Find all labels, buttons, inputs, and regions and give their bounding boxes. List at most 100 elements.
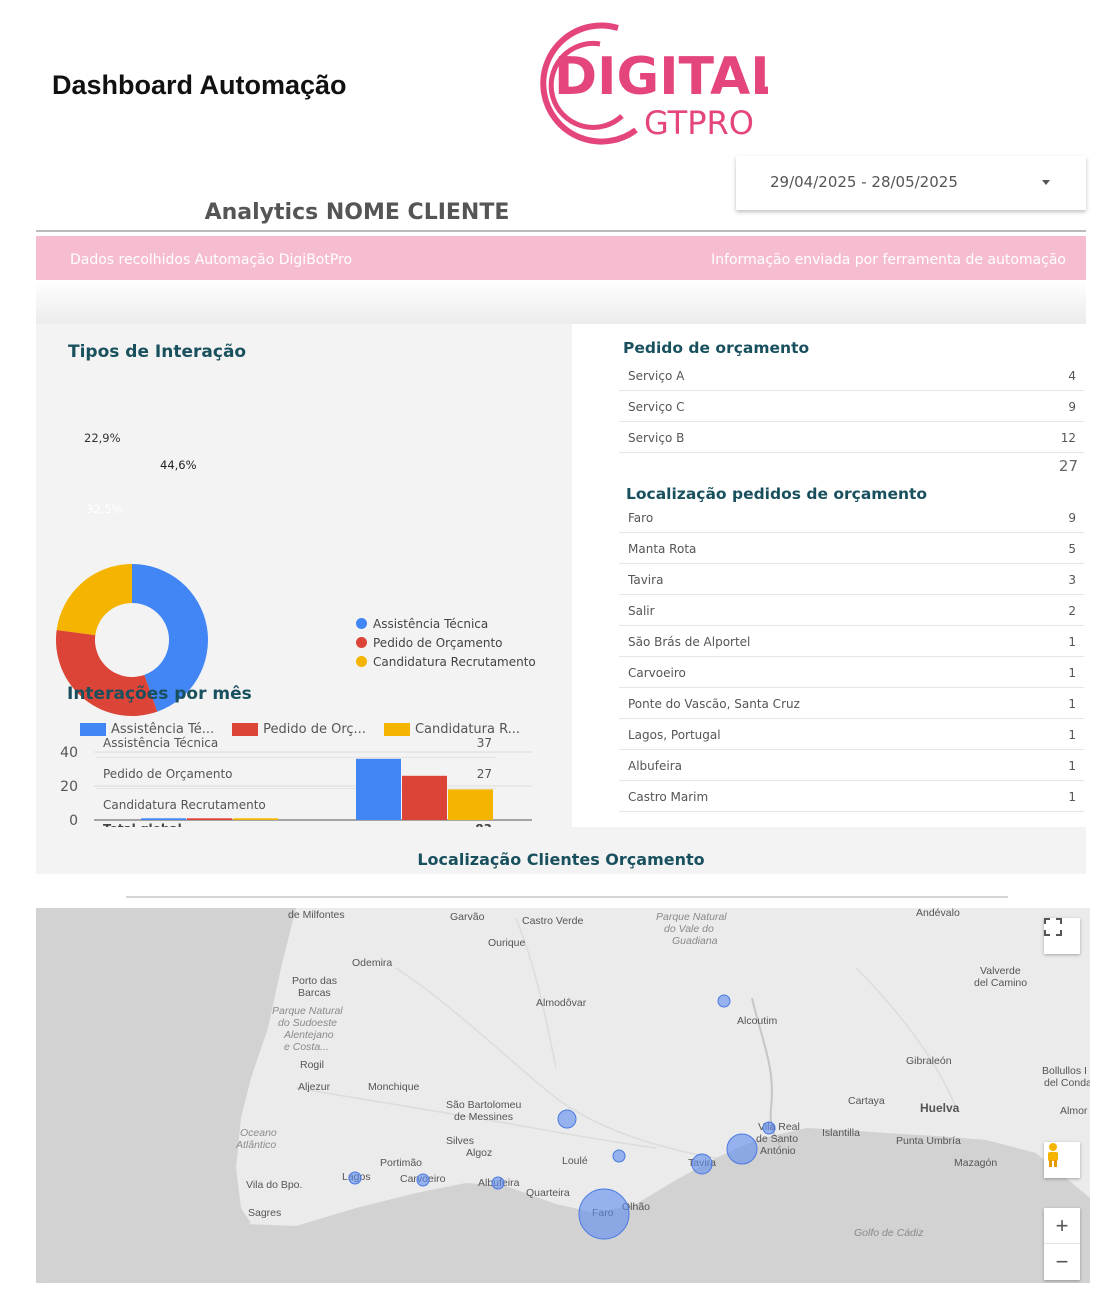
row-value: 9 — [1068, 511, 1076, 525]
map-bubble-lagos[interactable] — [348, 1171, 362, 1185]
legend-swatch — [232, 723, 259, 736]
map-bubble-manta-rota[interactable] — [726, 1133, 758, 1165]
legend-item[interactable]: Pedido de Orç... — [232, 722, 366, 737]
bar[interactable] — [233, 818, 278, 820]
legend-label: Assistência Té... — [111, 722, 215, 737]
map-place-label: Parque Natural — [272, 1005, 343, 1017]
street-view-icon — [1048, 1143, 1058, 1167]
table-row[interactable]: Salir 2 — [619, 595, 1084, 626]
map-place-label: Rogil — [300, 1059, 324, 1071]
legend-label: Candidatura R... — [414, 722, 521, 737]
y-tick-label: 40 — [60, 745, 78, 761]
pie-slice[interactable] — [56, 564, 132, 636]
quotes-table: Serviço A 4 Serviço C 9 Serviço B 12 27 — [619, 360, 1084, 475]
fullscreen-icon — [1044, 918, 1062, 936]
fullscreen-button[interactable] — [1044, 918, 1080, 954]
interaction-types-heading: Tipos de Interação — [68, 342, 247, 362]
banner-left-text: Dados recolhidos Automação DigiBotPro — [70, 252, 353, 268]
map-place-label: do Sudoeste — [278, 1017, 337, 1029]
page-title: Dashboard Automação — [52, 70, 347, 100]
table-row[interactable]: Ponte do Vascão, Santa Cruz 1 — [619, 688, 1084, 719]
map-place-label: Almor — [1060, 1105, 1088, 1117]
legend-item[interactable]: Candidatura Recrutamento — [356, 652, 536, 671]
table-row[interactable]: Serviço A 4 — [619, 360, 1084, 391]
map-bubble-faro[interactable] — [578, 1188, 630, 1240]
quotes-heading: Pedido de orçamento — [623, 339, 810, 357]
row-label: Serviço A — [628, 369, 685, 383]
bar[interactable] — [448, 789, 493, 820]
map-place-label: Porto das — [292, 975, 337, 987]
map-place-label: Vila do Bpo. — [246, 1179, 302, 1191]
locations-heading: Localização pedidos de orçamento — [626, 485, 928, 503]
table-row[interactable]: Tavira 3 — [619, 564, 1084, 595]
pie-label-assistencia: 44,6% — [160, 458, 197, 472]
row-value: 1 — [1068, 666, 1076, 680]
table-row[interactable]: Faro 9 — [619, 502, 1084, 533]
date-range-picker[interactable]: 29/04/2025 - 28/05/2025 — [736, 156, 1086, 210]
legend-swatch — [383, 723, 410, 736]
zoom-out-button[interactable]: − — [1044, 1244, 1080, 1280]
row-label: Serviço C — [628, 400, 685, 414]
row-value: 5 — [1068, 542, 1076, 556]
table-row[interactable]: Lagos, Portugal 1 — [619, 719, 1084, 750]
legend-label: Pedido de Orçamento — [373, 635, 503, 650]
legend-swatch — [80, 723, 106, 736]
map-place-label: Andévalo — [916, 908, 960, 919]
map-bubble-albufeira[interactable] — [491, 1176, 505, 1190]
map-bubble-tavira[interactable] — [691, 1153, 713, 1175]
bar[interactable] — [187, 818, 232, 820]
table-row[interactable]: Carvoeiro 1 — [619, 657, 1084, 688]
map-place-label: Huelva — [920, 1101, 960, 1115]
legend-item[interactable]: Pedido de Orçamento — [356, 633, 536, 652]
title-divider — [36, 230, 1086, 232]
row-value: 12 — [1060, 431, 1076, 445]
map-place-label: do Vale do — [664, 923, 714, 935]
client-location-map[interactable]: de Milfontes Garvão Castro Verde Parque Nat… — [36, 908, 1090, 1283]
table-row[interactable]: Manta Rota 5 — [619, 533, 1084, 564]
right-panel: Pedido de orçamento Serviço A 4 Serviço C… — [572, 324, 1086, 827]
zoom-controls: + − — [1044, 1208, 1080, 1280]
legend-item[interactable]: Assistência Técnica — [356, 614, 536, 633]
map-bubble-castro-marim[interactable] — [762, 1121, 776, 1135]
dashboard-page: Dashboard Automação DIGITAL GTPRO Analyt… — [0, 0, 1116, 1296]
map-bubble-sao-bras[interactable] — [612, 1149, 626, 1163]
map-place-label: Aljezur — [298, 1081, 331, 1093]
map-bubble-ponte-vascao[interactable] — [717, 994, 731, 1008]
banner-right-text: Informação enviada por ferramenta de aut… — [711, 252, 1066, 268]
row-value: 1 — [1068, 728, 1076, 742]
table-row[interactable]: Serviço C 9 — [619, 391, 1084, 422]
map-canvas[interactable]: de Milfontes Garvão Castro Verde Parque Nat… — [36, 908, 1090, 1283]
info-banner: Dados recolhidos Automação DigiBotPro In… — [36, 236, 1086, 280]
map-place-label: del Conda — [1044, 1077, 1090, 1089]
row-label: Tavira — [628, 573, 664, 587]
legend-item[interactable]: Candidatura R... — [383, 722, 521, 737]
map-place-label: Quarteira — [526, 1187, 570, 1199]
street-view-button[interactable] — [1044, 1142, 1080, 1178]
row-label: Carvoeiro — [628, 666, 686, 680]
map-place-label: Portimão — [380, 1157, 422, 1169]
row-value: 9 — [1068, 400, 1076, 414]
table-row[interactable]: Albufeira 1 — [619, 750, 1084, 781]
map-place-label: Atlântico — [235, 1139, 276, 1151]
bar[interactable] — [356, 758, 401, 820]
map-bubble-carvoeiro[interactable] — [416, 1173, 430, 1187]
map-place-label: Islantilla — [822, 1127, 860, 1139]
map-place-label: e Costa... — [284, 1041, 329, 1053]
map-bubble-salir[interactable] — [557, 1109, 577, 1129]
bar[interactable] — [402, 775, 447, 820]
map-place-label: Cartaya — [848, 1095, 885, 1107]
table-row[interactable]: Serviço B 12 — [619, 422, 1084, 453]
map-place-label: Golfo de Cádiz — [854, 1227, 924, 1239]
row-label: Serviço B — [628, 431, 685, 445]
table-row[interactable]: Castro Marim 1 — [619, 781, 1084, 812]
map-place-label: Odemira — [352, 957, 392, 969]
bar[interactable] — [141, 818, 186, 820]
legend-item[interactable]: Assistência Té... — [80, 722, 214, 737]
legend-label: Assistência Técnica — [373, 616, 489, 631]
legend-label: Candidatura Recrutamento — [373, 654, 536, 669]
zoom-in-button[interactable]: + — [1044, 1208, 1080, 1244]
legend-dot — [356, 618, 367, 629]
map-place-label: Guadiana — [672, 935, 718, 947]
report-canvas: Analytics NOME CLIENTE 29/04/2025 - 28/0… — [36, 156, 1090, 1286]
table-row[interactable]: São Brás de Alportel 1 — [619, 626, 1084, 657]
